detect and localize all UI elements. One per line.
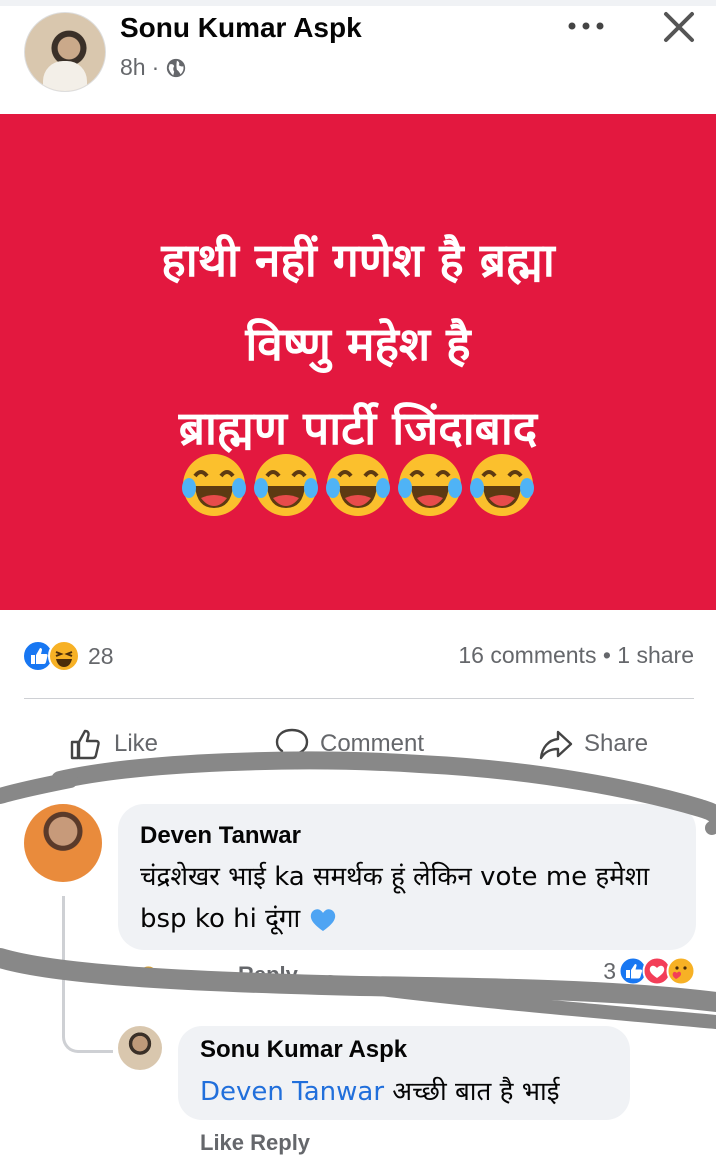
comment-icon <box>275 728 309 760</box>
laugh-emoji <box>182 454 246 516</box>
close-icon[interactable] <box>662 10 696 44</box>
reply-mention[interactable]: Deven Tanwar <box>200 1077 384 1107</box>
image-line-1: हाथी नहीं गणेश है ब्रह्मा <box>161 233 555 287</box>
haha-reaction-icon <box>48 640 80 672</box>
post-time[interactable]: 8h <box>120 54 146 81</box>
post-stats[interactable]: 16 comments • 1 share <box>458 642 694 669</box>
comment-label: Comment <box>320 730 425 757</box>
author-avatar[interactable] <box>24 12 106 92</box>
image-line-2: विष्णु महेश है <box>245 317 471 371</box>
laugh-emoji <box>470 454 534 516</box>
post-image-text: हाथी नहीं गणेश है ब्रह्मा विष्णु महेश है… <box>0 218 716 470</box>
comment-reply-action[interactable]: Reply <box>238 962 298 988</box>
heart-icon <box>310 908 335 931</box>
reply-author[interactable]: Sonu Kumar Aspk <box>200 1036 407 1064</box>
post-image[interactable]: हाथी नहीं गणेश है ब्रह्मा विष्णु महेश है… <box>0 114 716 610</box>
comment-text: चंद्रशेखर भाई ka समर्थक हूं लेकिन vote m… <box>140 856 680 940</box>
like-button[interactable]: Like <box>68 726 158 762</box>
thread-connector <box>62 896 113 1053</box>
share-icon <box>539 730 573 760</box>
reply-actions[interactable]: Like Reply <box>200 1130 310 1156</box>
laugh-emoji-row <box>0 452 716 518</box>
reply-text: Deven Tanwar अच्छी बात है भाई <box>200 1072 559 1108</box>
more-icon[interactable] <box>566 16 606 36</box>
care-reaction-icon <box>666 956 696 986</box>
commenter-avatar[interactable] <box>24 804 102 882</box>
divider <box>24 698 694 699</box>
reaction-summary[interactable]: 28 <box>22 640 114 672</box>
like-label: Like <box>114 730 159 757</box>
meta-separator: · <box>151 54 160 80</box>
globe-icon <box>167 58 186 77</box>
share-label: Share <box>584 730 649 757</box>
laugh-emoji <box>254 454 318 516</box>
share-button[interactable]: Share <box>538 726 648 762</box>
comment-reaction-count: 3 <box>603 957 616 984</box>
reply-body: अच्छी बात है भाई <box>384 1077 560 1107</box>
comment-reactions[interactable]: 3 <box>603 956 696 986</box>
reaction-count: 28 <box>88 642 114 669</box>
top-border <box>0 0 716 6</box>
laugh-emoji <box>398 454 462 516</box>
comment-author[interactable]: Deven Tanwar <box>140 822 301 850</box>
like-icon <box>70 729 100 760</box>
post-meta: 8h · <box>120 54 187 81</box>
comment-care-action[interactable]: Care <box>140 962 189 988</box>
comment-body: चंद्रशेखर भाई ka समर्थक हूं लेकिन vote m… <box>140 862 650 934</box>
laugh-emoji <box>326 454 390 516</box>
comment-button[interactable]: Comment <box>274 726 424 762</box>
post-author-name[interactable]: Sonu Kumar Aspk <box>120 12 362 44</box>
reply-avatar[interactable] <box>118 1026 162 1070</box>
